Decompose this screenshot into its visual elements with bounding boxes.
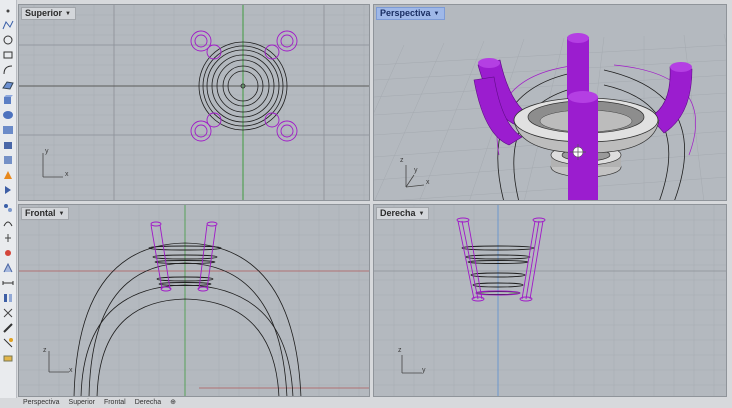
add-tab-icon[interactable]: ⊕ xyxy=(170,399,176,406)
group-icon[interactable] xyxy=(2,261,14,273)
viewport-title-front-label: Frontal xyxy=(25,208,56,218)
layer-icon[interactable] xyxy=(2,201,14,213)
snap-icon[interactable] xyxy=(2,246,14,258)
chevron-down-icon[interactable]: ▼ xyxy=(65,9,71,20)
curve-icon[interactable] xyxy=(2,18,14,30)
axis-label-z: z xyxy=(398,347,402,354)
mesh-icon[interactable] xyxy=(2,108,14,120)
viewport-top[interactable]: Superior ▼ y x xyxy=(18,4,370,201)
dimension-icon[interactable] xyxy=(2,153,14,165)
axis-label-y: y xyxy=(45,148,49,155)
perspective-view-canvas xyxy=(374,33,726,200)
axis-label-x: x xyxy=(426,179,430,186)
chevron-down-icon[interactable]: ▼ xyxy=(419,209,425,220)
point-icon[interactable] xyxy=(2,4,14,16)
render-icon[interactable] xyxy=(2,183,14,195)
chevron-down-icon[interactable]: ▼ xyxy=(434,9,440,20)
mirror-icon[interactable] xyxy=(2,291,14,303)
viewport-perspective[interactable]: Perspectiva ▼ z x y xyxy=(373,4,727,201)
array-icon[interactable] xyxy=(2,276,14,288)
viewport-title-perspective[interactable]: Perspectiva ▼ xyxy=(376,7,445,20)
viewport-title-right-label: Derecha xyxy=(380,208,416,218)
viewport-title-perspective-label: Perspectiva xyxy=(380,8,431,18)
rectangle-icon[interactable] xyxy=(2,48,14,60)
viewport-title-right[interactable]: Derecha ▼ xyxy=(376,207,430,220)
axis-label-z: z xyxy=(43,347,47,354)
text-icon[interactable] xyxy=(2,231,14,243)
viewport-tabs-bar: Perspectiva Superior Frontal Derecha ⊕ xyxy=(17,398,732,408)
left-toolbar xyxy=(0,0,17,398)
boolean-icon[interactable] xyxy=(2,138,14,150)
circle-icon[interactable] xyxy=(2,33,14,45)
tab-superior[interactable]: Superior xyxy=(69,399,95,406)
arc-icon[interactable] xyxy=(2,63,14,75)
tab-derecha[interactable]: Derecha xyxy=(135,399,161,406)
explode-icon[interactable] xyxy=(2,306,14,318)
viewport-front[interactable]: Frontal ▼ z x xyxy=(18,204,370,397)
surface-icon[interactable] xyxy=(2,78,14,90)
analyze-icon[interactable] xyxy=(2,168,14,180)
join-icon[interactable] xyxy=(2,321,14,333)
tab-perspectiva[interactable]: Perspectiva xyxy=(23,399,60,406)
right-view-canvas xyxy=(374,205,726,396)
axis-label-z: z xyxy=(400,157,404,164)
viewport-title-top-label: Superior xyxy=(25,8,63,18)
viewport-title-top[interactable]: Superior ▼ xyxy=(21,7,76,20)
chevron-down-icon[interactable]: ▼ xyxy=(59,209,65,220)
tab-frontal[interactable]: Frontal xyxy=(104,399,126,406)
axis-label-x: x xyxy=(65,171,69,178)
trim-icon[interactable] xyxy=(2,336,14,348)
axis-label-y: y xyxy=(422,367,426,374)
viewport-title-front[interactable]: Frontal ▼ xyxy=(21,207,70,220)
transform-icon[interactable] xyxy=(2,123,14,135)
properties-icon[interactable] xyxy=(2,216,14,228)
solid-icon[interactable] xyxy=(2,93,14,105)
axis-label-y: y xyxy=(414,167,418,174)
top-view-canvas xyxy=(19,5,369,200)
axis-label-x: x xyxy=(69,367,73,374)
viewport-right[interactable]: Derecha ▼ z y xyxy=(373,204,727,397)
split-icon[interactable] xyxy=(2,351,14,363)
